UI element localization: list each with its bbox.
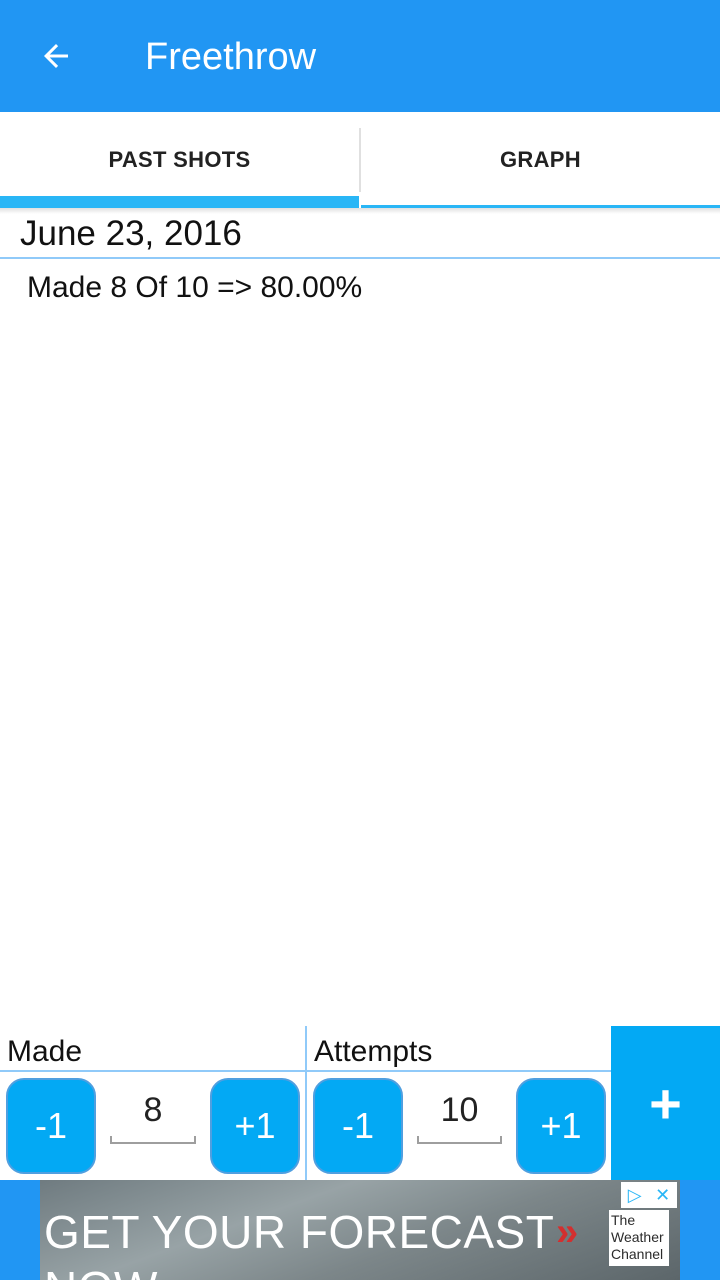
attempts-minus-button[interactable]: -1 xyxy=(313,1078,403,1174)
tab-past-shots[interactable]: PAST SHOTS xyxy=(0,112,359,208)
session-date: June 23, 2016 xyxy=(20,214,242,253)
made-value-underline xyxy=(110,1136,196,1144)
date-divider xyxy=(0,257,720,259)
tab-graph[interactable]: GRAPH xyxy=(361,112,720,208)
made-minus-button[interactable]: -1 xyxy=(6,1078,96,1174)
attempts-value[interactable]: 10 xyxy=(417,1086,502,1134)
ad-chevron-icon: » xyxy=(556,1210,579,1254)
ad-choices-icon[interactable]: ▷ xyxy=(628,1182,642,1208)
ad-bar: GET YOUR FORECAST NOW » The Weather Chan… xyxy=(0,1180,720,1280)
add-shots-button[interactable]: + xyxy=(611,1026,720,1180)
made-value[interactable]: 8 xyxy=(110,1086,196,1134)
ad-headline: GET YOUR FORECAST NOW xyxy=(44,1206,554,1280)
app-screen: Freethrow PAST SHOTS GRAPH June 23, 2016… xyxy=(0,0,720,1280)
back-button[interactable] xyxy=(24,24,88,88)
attempts-label: Attempts xyxy=(314,1035,433,1068)
made-plus-button[interactable]: +1 xyxy=(210,1078,300,1174)
app-bar: Freethrow xyxy=(0,0,720,112)
logo-line: Channel xyxy=(611,1246,664,1262)
tab-indicator-active xyxy=(0,196,359,208)
ad-choices: ▷ ✕ xyxy=(621,1182,677,1208)
made-label: Made xyxy=(7,1035,83,1068)
shot-record[interactable]: Made 8 Of 10 => 80.00% xyxy=(27,268,362,308)
made-divider xyxy=(0,1070,305,1072)
ad-close-icon[interactable]: ✕ xyxy=(655,1182,670,1208)
logo-line: The xyxy=(611,1212,636,1228)
attempts-value-underline xyxy=(417,1136,502,1144)
tab-bar: PAST SHOTS GRAPH xyxy=(0,112,720,214)
arrow-back-icon xyxy=(44,44,68,68)
app-title: Freethrow xyxy=(145,36,317,78)
attempts-divider xyxy=(307,1070,611,1072)
logo-line: Weather xyxy=(611,1229,664,1245)
attempts-plus-button[interactable]: +1 xyxy=(516,1078,606,1174)
section-divider xyxy=(305,1026,307,1180)
ad-banner[interactable]: GET YOUR FORECAST NOW » The Weather Chan… xyxy=(40,1180,680,1280)
weather-channel-logo: The Weather Channel xyxy=(609,1210,669,1266)
